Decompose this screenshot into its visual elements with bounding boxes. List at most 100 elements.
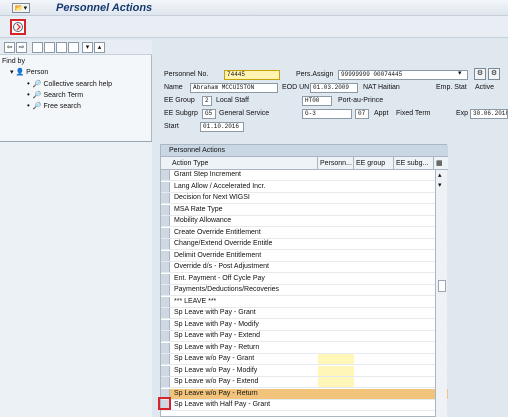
action-type-cell: Sp Leave w/o Pay - Return: [174, 389, 258, 397]
table-row[interactable]: Payments/Deductions/Recoveries: [161, 285, 448, 296]
chevron-down-icon: ▾: [458, 70, 462, 77]
tree-person[interactable]: ▾ 👤 Person: [10, 68, 48, 76]
row-selector[interactable]: [161, 193, 170, 203]
table-row[interactable]: Decision for Next WIGSI: [161, 193, 448, 204]
toolbar-icon-3[interactable]: [56, 42, 67, 53]
row-selector[interactable]: [161, 354, 170, 364]
table-row[interactable]: Override d/s - Post Adjustment: [161, 262, 448, 273]
table-row[interactable]: MSA Rate Type: [161, 204, 448, 216]
appt-label: Appt: [374, 110, 389, 117]
scroll-down-icon[interactable]: ▾: [438, 181, 442, 189]
row-selector[interactable]: [161, 365, 170, 376]
row-selector[interactable]: [161, 250, 170, 261]
table-row[interactable]: Ent. Payment - Off Cycle Pay: [161, 273, 448, 285]
person-icon-button[interactable]: ⚙: [474, 68, 486, 80]
scroll-up-icon[interactable]: ▴: [438, 171, 442, 179]
table-row[interactable]: Sp Leave with Pay - Modify: [161, 319, 448, 331]
table-row[interactable]: Sp Leave with Half Pay - Grant: [161, 400, 448, 411]
table-row[interactable]: Grant Step Increment: [161, 170, 448, 181]
collapse-icon[interactable]: ▾: [82, 42, 93, 53]
row-selector[interactable]: [161, 331, 170, 341]
tree-item-free-search[interactable]: • 🔎 Free search: [27, 101, 81, 110]
row-selector[interactable]: [161, 170, 170, 180]
toolbar-icon-4[interactable]: [68, 42, 79, 53]
emp-stat-value: Active: [475, 84, 495, 91]
ht-code-value: HT00: [302, 96, 332, 106]
table-row[interactable]: *** LEAVE ***: [161, 296, 448, 308]
forward-icon[interactable]: ⇨: [16, 42, 27, 53]
table-row[interactable]: Sp Leave w/o Pay - Extend: [161, 377, 448, 388]
personnel-actions-table: Personnel Actions Action Type Personn...…: [160, 144, 448, 417]
execute-icon: [13, 22, 23, 32]
object-manager-toolbar: ⇦ ⇨ ▾ ▴: [0, 40, 152, 55]
step-value: 07: [355, 109, 369, 119]
exp-value: 30.06.2018: [470, 109, 508, 119]
personnel-cell: [318, 331, 354, 341]
table-row[interactable]: Sp Leave w/o Pay - Modify: [161, 365, 448, 377]
action-type-cell: Mobility Allowance: [174, 217, 232, 224]
assignment-icon-button[interactable]: ⚙: [488, 68, 500, 80]
personnel-cell: [318, 251, 354, 261]
action-type-cell: Sp Leave with Pay - Extend: [174, 332, 260, 339]
action-type-cell: Delimit Override Entitlement: [174, 251, 262, 259]
personnel-cell: [318, 308, 354, 318]
column-ee-group[interactable]: EE group: [354, 157, 394, 170]
table-row[interactable]: Lang Allow / Accelerated Incr.: [161, 181, 448, 193]
ee-group-label: EE Group: [164, 97, 195, 104]
personnel-no-field[interactable]: 74445: [224, 70, 280, 80]
row-selector[interactable]: [161, 262, 170, 272]
row-selector[interactable]: [161, 273, 170, 284]
row-selector[interactable]: [161, 319, 170, 330]
toolbar-icon-1[interactable]: [32, 42, 43, 53]
column-action-type[interactable]: Action Type: [170, 157, 318, 170]
action-type-cell: Lang Allow / Accelerated Incr.: [174, 182, 266, 190]
table-row[interactable]: Mobility Allowance: [161, 216, 448, 227]
appt-text: Fixed Term: [396, 110, 431, 117]
table-settings-icon[interactable]: ▦: [434, 157, 447, 170]
table-row[interactable]: Sp Leave w/o Pay - Return: [161, 388, 448, 400]
row-selector[interactable]: [161, 342, 170, 353]
personnel-cell: [318, 205, 354, 215]
column-personnel[interactable]: Personn...: [318, 157, 354, 170]
binoculars-icon: 🔎: [32, 81, 42, 88]
main-area: Personnel No. 74445 Pers.Assign 99999999…: [152, 40, 508, 417]
personnel-cell: [318, 170, 354, 180]
row-selector[interactable]: [161, 239, 170, 249]
action-type-cell: Sp Leave with Pay - Return: [174, 343, 260, 351]
table-row[interactable]: Create Override Entitlement: [161, 227, 448, 239]
personnel-cell: [318, 297, 354, 307]
expand-icon[interactable]: ▴: [94, 42, 105, 53]
row-selector[interactable]: [161, 204, 170, 215]
back-icon[interactable]: ⇦: [4, 42, 15, 53]
start-value: 01.10.2016: [200, 122, 244, 132]
table-row[interactable]: Delimit Override Entitlement: [161, 250, 448, 262]
row-selector[interactable]: [161, 296, 170, 307]
execute-button[interactable]: [10, 19, 26, 35]
table-row[interactable]: Sp Leave with Pay - Extend: [161, 331, 448, 342]
table-row[interactable]: Sp Leave w/o Pay - Grant: [161, 354, 448, 365]
row-selector[interactable]: [161, 216, 170, 226]
column-ee-subgroup[interactable]: EE subg...: [394, 157, 434, 170]
scroll-thumb[interactable]: [438, 280, 446, 292]
row-selector[interactable]: [161, 308, 170, 318]
binoculars-icon: 🔎: [32, 92, 42, 99]
pers-assign-select[interactable]: 99999999 00074445: [338, 70, 468, 80]
row-selector[interactable]: [161, 227, 170, 238]
table-caption: Personnel Actions: [161, 145, 448, 157]
row-selector[interactable]: [161, 285, 170, 295]
menu-icon[interactable]: 📂▾: [12, 3, 30, 13]
tree-item-collective-search[interactable]: • 🔎 Collective search help: [27, 79, 112, 88]
title-bar: 📂▾ Personnel Actions: [0, 0, 508, 16]
row-selector[interactable]: [161, 181, 170, 192]
person-icon: 👤: [15, 69, 25, 76]
ee-group-text: Local Staff: [216, 97, 249, 104]
table-row[interactable]: Sp Leave with Pay - Return: [161, 342, 448, 354]
table-row[interactable]: Sp Leave with Pay - Grant: [161, 308, 448, 319]
row-selector[interactable]: [161, 377, 170, 387]
tree-item-search-term[interactable]: • 🔎 Search Term: [27, 90, 83, 99]
toolbar-icon-2[interactable]: [44, 42, 55, 53]
left-pane: ⇦ ⇨ ▾ ▴ Find by ▾ 👤 Person • 🔎 Collective…: [0, 40, 152, 417]
table-row[interactable]: Change/Extend Override Entitle: [161, 239, 448, 250]
action-type-cell: Sp Leave with Half Pay - Grant: [174, 401, 271, 408]
vertical-scrollbar[interactable]: ▴ ▾: [435, 170, 447, 417]
